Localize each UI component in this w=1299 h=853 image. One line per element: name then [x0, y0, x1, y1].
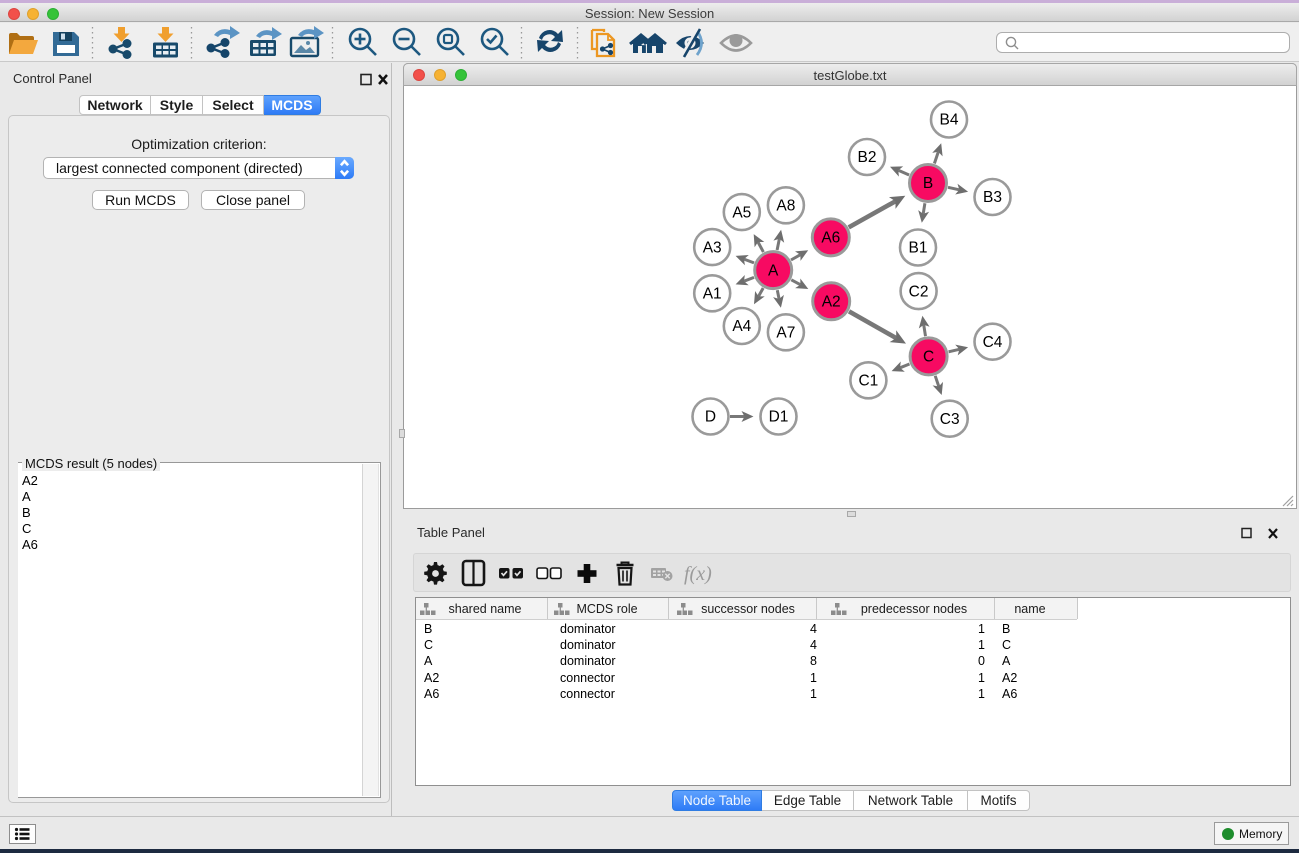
- svg-text:C4: C4: [983, 334, 1003, 351]
- svg-text:A2: A2: [822, 294, 841, 311]
- svg-text:C: C: [923, 349, 934, 366]
- svg-text:C3: C3: [940, 411, 960, 428]
- svg-text:C1: C1: [858, 373, 878, 390]
- svg-text:B4: B4: [940, 112, 959, 129]
- svg-text:A4: A4: [732, 318, 751, 335]
- svg-text:B1: B1: [909, 240, 928, 257]
- svg-text:D1: D1: [769, 409, 789, 426]
- svg-text:C2: C2: [909, 283, 929, 300]
- svg-text:A6: A6: [821, 230, 840, 247]
- svg-text:A3: A3: [703, 239, 722, 256]
- svg-text:A5: A5: [732, 204, 751, 221]
- svg-text:f(x): f(x): [684, 563, 712, 585]
- svg-text:D: D: [705, 409, 716, 426]
- svg-text:A1: A1: [703, 286, 722, 303]
- svg-text:A7: A7: [776, 325, 795, 342]
- svg-text:B3: B3: [983, 189, 1002, 206]
- svg-text:B: B: [923, 175, 933, 192]
- svg-text:A8: A8: [776, 198, 795, 215]
- svg-text:B2: B2: [858, 149, 877, 166]
- svg-text:A: A: [768, 262, 779, 279]
